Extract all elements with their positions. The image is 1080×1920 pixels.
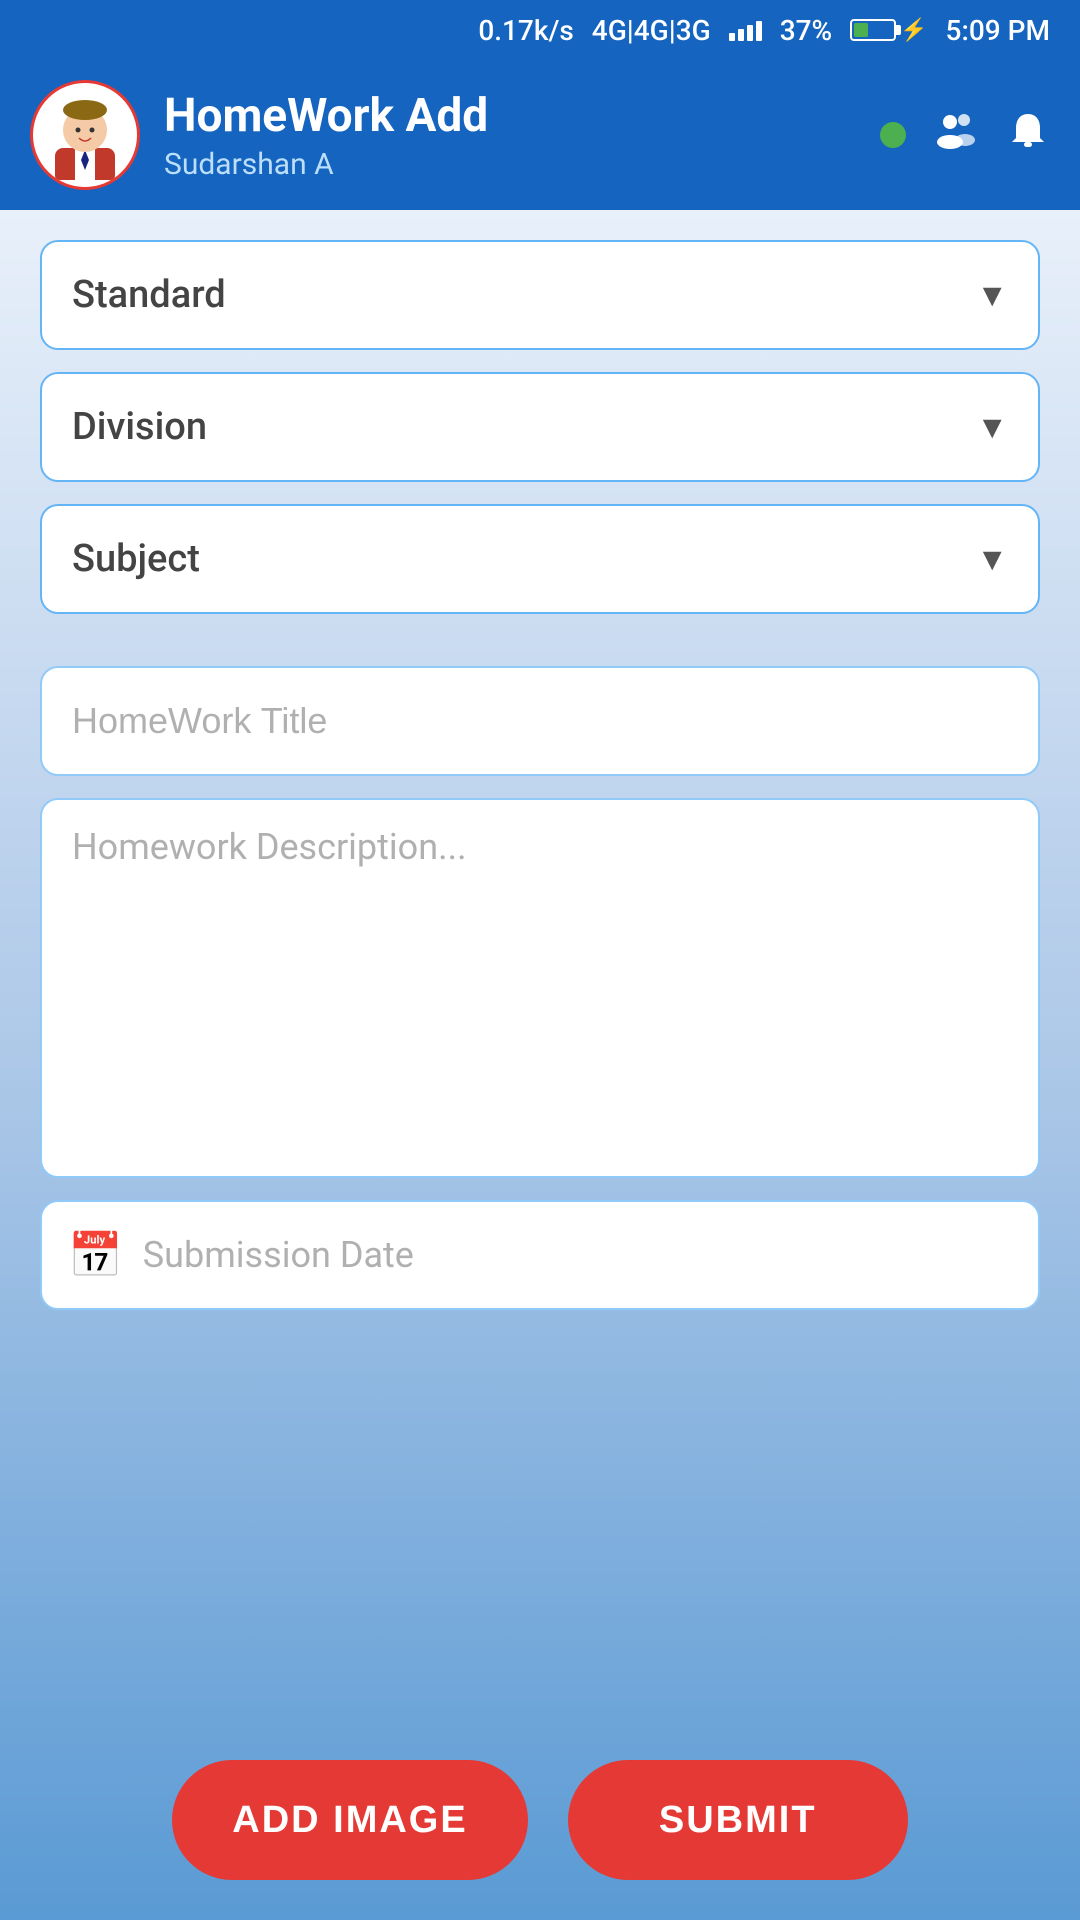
date-placeholder-text: Submission Date [143,1234,414,1276]
division-label: Division [72,405,207,449]
status-bar: 0.17k/s 4G|4G|3G 37% ⚡ 5:09 PM [0,0,1080,60]
page-title: HomeWork Add [164,89,856,143]
standard-dropdown[interactable]: Standard ▼ [40,240,1040,350]
submit-button[interactable]: SUBMIT [568,1760,908,1880]
battery-icon: ⚡ [850,18,927,43]
signal-icon [729,19,762,41]
subject-dropdown[interactable]: Subject ▼ [40,504,1040,614]
submission-date-field[interactable]: 📅 Submission Date [40,1200,1040,1310]
division-chevron-icon: ▼ [976,408,1008,446]
subject-label: Subject [72,537,200,581]
action-buttons: ADD IMAGE SUBMIT [40,1740,1040,1880]
subject-chevron-icon: ▼ [976,540,1008,578]
clock: 5:09 PM [946,14,1050,47]
app-header: HomeWork Add Sudarshan A [0,60,1080,210]
standard-label: Standard [72,273,226,317]
add-image-button[interactable]: ADD IMAGE [172,1760,527,1880]
network-type: 4G|4G|3G [592,14,711,47]
division-dropdown[interactable]: Division ▼ [40,372,1040,482]
online-status-dot [880,122,906,148]
network-speed: 0.17k/s [478,14,573,47]
battery-percent: 37% [780,14,832,47]
header-titles: HomeWork Add Sudarshan A [164,89,856,182]
users-icon[interactable] [932,106,980,165]
standard-chevron-icon: ▼ [976,276,1008,314]
homework-description-input[interactable] [40,798,1040,1178]
main-content: Standard ▼ Division ▼ Subject ▼ 📅 Submis… [0,210,1080,1920]
homework-title-input[interactable] [40,666,1040,776]
notification-bell-icon[interactable] [1006,108,1050,163]
calendar-icon: 📅 [68,1229,123,1281]
header-actions [880,106,1050,165]
avatar [30,80,140,190]
user-name: Sudarshan A [164,147,856,182]
